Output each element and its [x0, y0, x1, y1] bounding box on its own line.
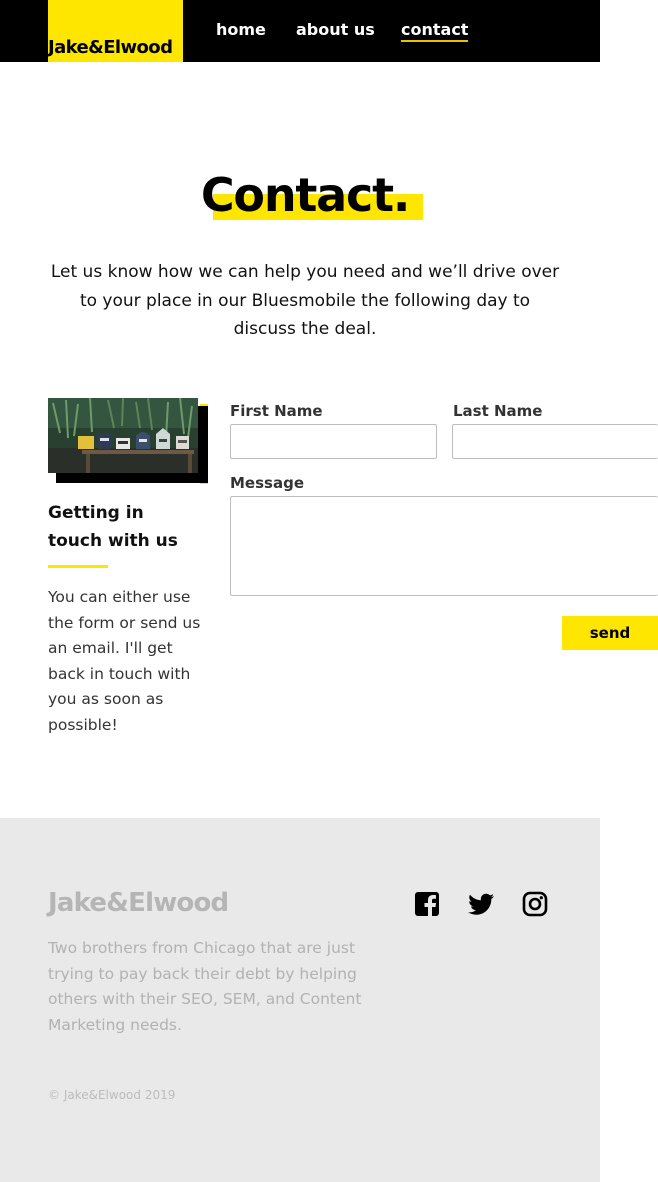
- twitter-icon[interactable]: [467, 890, 495, 918]
- nav-contact[interactable]: contact: [401, 20, 469, 42]
- nav-about-us[interactable]: about us: [296, 20, 375, 39]
- page-title: Contact.: [200, 168, 424, 222]
- intro-text: Let us know how we can help you need and…: [50, 262, 560, 339]
- message-field[interactable]: [230, 496, 658, 596]
- footer-description: Two brothers from Chicago that are just …: [48, 939, 362, 1034]
- sidebar-text: You can either use the form or send us a…: [48, 588, 201, 734]
- heading-line-1: Getting in: [48, 503, 144, 523]
- mailboxes-photo: [48, 398, 198, 473]
- send-button[interactable]: send: [562, 616, 658, 650]
- first-name-field[interactable]: [230, 424, 437, 459]
- hero-title-wrap: Contact.: [0, 168, 610, 222]
- copyright: © Jake&Elwood 2019: [48, 1088, 176, 1102]
- heading-underline: [48, 565, 108, 568]
- message-label: Message: [230, 474, 304, 492]
- logo[interactable]: Jake&Elwood: [48, 37, 183, 58]
- page-title-text: Contact.: [200, 168, 410, 222]
- first-name-label: First Name: [230, 402, 323, 420]
- site-footer: Jake&Elwood Two brothers from Chicago th…: [0, 818, 600, 1182]
- nav-home[interactable]: home: [216, 20, 266, 39]
- last-name-label: Last Name: [453, 402, 543, 420]
- site-header: Jake&Elwood home about us contact: [0, 0, 600, 62]
- instagram-icon[interactable]: [521, 890, 549, 918]
- heading-line-2: touch with us: [48, 531, 178, 551]
- mailboxes-illustration: [48, 398, 198, 473]
- last-name-field[interactable]: [452, 424, 658, 459]
- facebook-icon[interactable]: [413, 890, 441, 918]
- footer-logo[interactable]: Jake&Elwood: [48, 888, 229, 918]
- getting-in-touch-heading: Getting in touch with us: [48, 499, 208, 555]
- logo-box[interactable]: Jake&Elwood: [48, 0, 183, 62]
